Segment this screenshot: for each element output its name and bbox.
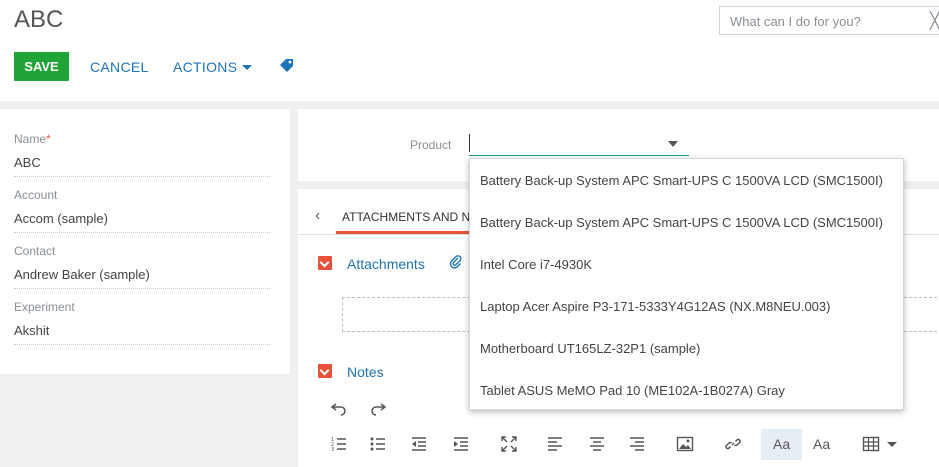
bullet-list-icon[interactable] <box>369 435 387 453</box>
svg-text:3: 3 <box>331 447 334 453</box>
link-icon[interactable] <box>724 435 742 453</box>
outdent-icon[interactable] <box>410 435 428 453</box>
product-input[interactable] <box>469 132 689 156</box>
name-label: Name <box>14 132 47 146</box>
search-placeholder: What can I do for you? <box>730 14 861 29</box>
save-button[interactable]: SAVE <box>14 52 69 81</box>
tab-attachments-and-notes[interactable]: ATTACHMENTS AND NOTES <box>342 210 469 224</box>
command-search[interactable]: What can I do for you? ╳ <box>719 6 939 35</box>
font-style-label-active: Aa <box>773 436 791 452</box>
notes-title[interactable]: Notes <box>347 364 384 380</box>
account-value[interactable]: Accom (sample) <box>14 211 270 233</box>
account-field[interactable]: Account Accom (sample) <box>14 188 270 233</box>
font-size-button[interactable]: Aa <box>813 436 830 452</box>
contact-label: Contact <box>14 244 56 258</box>
paperclip-icon[interactable] <box>449 255 463 269</box>
product-option[interactable]: Battery Back-up System APC Smart-UPS C 1… <box>480 173 883 188</box>
undo-icon[interactable] <box>330 399 348 417</box>
text-cursor <box>469 134 470 152</box>
contact-field[interactable]: Contact Andrew Baker (sample) <box>14 244 270 289</box>
product-option[interactable]: Laptop Acer Aspire P3-171-5333Y4G12AS (N… <box>480 299 830 314</box>
account-label: Account <box>14 188 58 202</box>
table-icon[interactable] <box>862 435 880 453</box>
dropdown-arrow-icon[interactable] <box>668 141 678 147</box>
fullscreen-icon[interactable] <box>500 435 518 453</box>
close-icon[interactable]: ╳ <box>930 11 939 31</box>
product-option[interactable]: Battery Back-up System APC Smart-UPS C 1… <box>480 215 883 230</box>
product-dropdown-list: Battery Back-up System APC Smart-UPS C 1… <box>469 158 904 410</box>
collapse-notes-icon[interactable] <box>318 364 332 378</box>
name-field[interactable]: Name* ABC <box>14 132 270 177</box>
actions-label: ACTIONS <box>173 59 238 75</box>
align-left-icon[interactable] <box>546 435 564 453</box>
required-mark: * <box>46 132 51 146</box>
tag-icon[interactable] <box>279 58 295 74</box>
product-option[interactable]: Tablet ASUS MeMO Pad 10 (ME102A-1B027A) … <box>480 383 785 398</box>
product-label: Product <box>410 138 452 152</box>
chevron-left-icon[interactable]: ‹ <box>315 207 320 225</box>
experiment-value[interactable]: Akshit <box>14 323 270 345</box>
redo-icon[interactable] <box>369 399 387 417</box>
align-right-icon[interactable] <box>628 435 646 453</box>
product-option[interactable]: Intel Core i7-4930K <box>480 257 592 272</box>
cancel-button[interactable]: CANCEL <box>90 59 149 75</box>
image-icon[interactable] <box>676 435 694 453</box>
indent-icon[interactable] <box>452 435 470 453</box>
table-menu-caret-icon[interactable] <box>887 442 897 447</box>
experiment-label: Experiment <box>14 300 75 314</box>
align-center-icon[interactable] <box>588 435 606 453</box>
attachments-title[interactable]: Attachments <box>347 256 425 272</box>
name-value[interactable]: ABC <box>14 155 270 177</box>
experiment-field[interactable]: Experiment Akshit <box>14 300 270 345</box>
caret-down-icon <box>242 65 253 70</box>
contact-value[interactable]: Andrew Baker (sample) <box>14 267 270 289</box>
collapse-attachments-icon[interactable] <box>318 256 332 270</box>
product-option[interactable]: Motherboard UT165LZ-32P1 (sample) <box>480 341 700 356</box>
ordered-list-icon[interactable]: 123 <box>330 435 348 453</box>
page-title: ABC <box>14 6 64 33</box>
actions-menu-button[interactable]: ACTIONS <box>173 59 253 75</box>
